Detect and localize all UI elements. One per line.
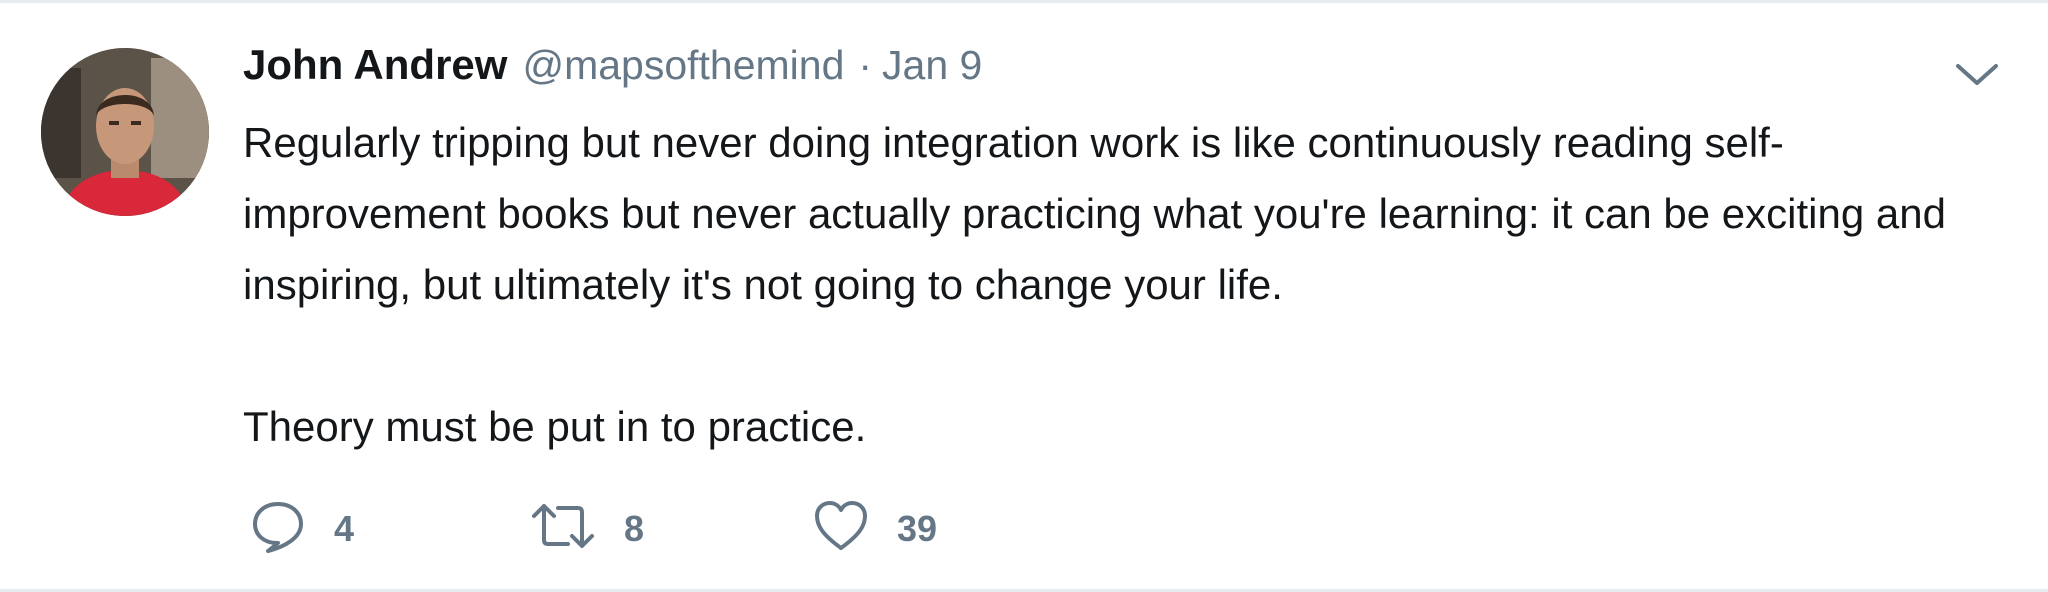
like-count: 39 [897,507,938,549]
like-button[interactable]: 39 [813,498,1013,559]
author-handle[interactable]: @mapsofthemind [522,42,844,89]
retweet-count: 8 [624,507,645,549]
tweet-date[interactable]: Jan 9 [882,42,982,89]
tweet-header: John Andrew @mapsofthemind · Jan 9 [243,41,2003,103]
reply-count: 4 [334,507,355,549]
tweet-content: John Andrew @mapsofthemind · Jan 9 Regul… [243,41,2003,462]
retweet-button[interactable]: 8 [530,498,813,559]
avatar[interactable] [41,48,209,216]
avatar-image [41,48,209,216]
header-separator: · [858,42,873,88]
chevron-down-icon[interactable] [1952,57,2002,91]
speech-bubble-icon [250,498,306,559]
tweet-actions: 4 8 39 [250,498,1013,559]
heart-icon [813,498,869,559]
tweet-text: Regularly tripping but never doing integ… [243,119,1946,450]
tweet-card[interactable]: John Andrew @mapsofthemind · Jan 9 Regul… [0,0,2048,592]
retweet-arrows-icon [530,498,596,559]
reply-button[interactable]: 4 [250,498,530,559]
author-name[interactable]: John Andrew [243,41,507,89]
